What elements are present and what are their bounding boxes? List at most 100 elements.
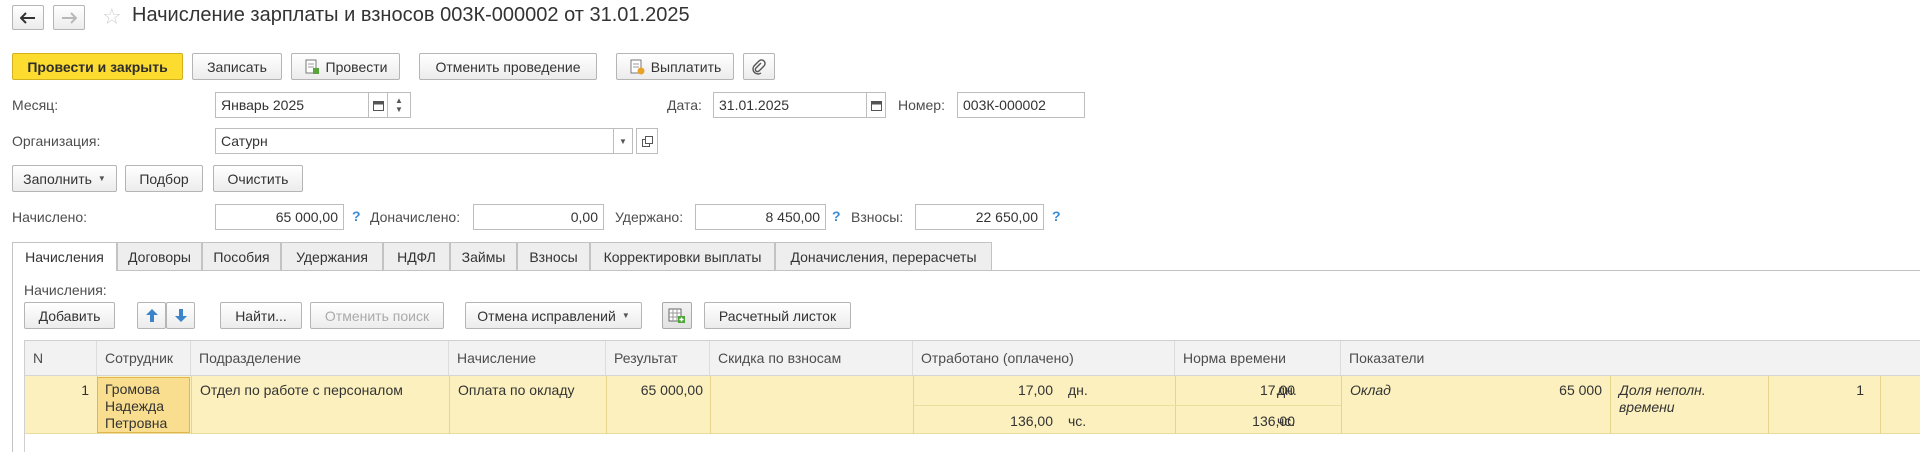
row-mid-divider-worked [913,405,1341,406]
row-divider [191,376,192,434]
post-and-close-button[interactable]: Провести и закрыть [12,53,183,80]
stepper-down-icon[interactable]: ▼ [395,105,403,114]
month-label: Месяц: [12,97,59,113]
col-header-department[interactable]: Подразделение [191,341,449,375]
row-divider [1610,376,1611,434]
tab-recalculations[interactable]: Доначисления, перерасчеты [775,242,992,270]
calendar-icon [372,100,384,111]
stepper-up-icon[interactable]: ▲ [395,96,403,105]
clear-button[interactable]: Очистить [213,165,303,192]
cell-indicator-1-value: 65 000 [1559,382,1602,398]
cell-employee-line1: Громова [105,381,160,397]
accrued-label: Начислено: [12,209,88,225]
month-calendar-button[interactable] [368,92,388,118]
paperclip-icon [752,58,766,75]
select-button[interactable]: Подбор [125,165,203,192]
cancel-search-button[interactable]: Отменить поиск [310,302,444,329]
tab-contracts[interactable]: Договоры [117,242,202,270]
cell-employee-line2: Надежда [105,398,165,414]
cell-result: 65 000,00 [640,382,703,398]
cell-indicator-1-name: Оклад [1350,382,1391,398]
undo-corrections-button[interactable]: Отмена исправлений ▼ [465,302,642,329]
cell-norm-days-unit: дн. [1277,382,1297,398]
arrow-left-icon [20,11,35,24]
col-header-accrual[interactable]: Начисление [449,341,606,375]
accruals-section-label: Начисления: [24,282,107,298]
forward-button[interactable] [53,5,85,30]
payslip-button[interactable]: Расчетный листок [704,302,851,329]
cell-worked-days: 17,00 [1017,382,1053,398]
open-form-icon [641,135,653,147]
fill-button-label: Заполнить [23,170,92,187]
organization-dropdown-button[interactable]: ▼ [613,128,633,154]
cell-worked-days-unit: дн. [1068,382,1088,398]
row-divider [1880,376,1881,434]
col-header-worked[interactable]: Отработано (оплачено) [913,341,1175,375]
additional-label: Доначислено: [370,209,461,225]
contributions-label: Взносы: [851,209,904,225]
save-button[interactable]: Записать [192,53,282,80]
move-up-button[interactable] [137,302,166,329]
tab-loans[interactable]: Займы [450,242,517,270]
date-label: Дата: [667,97,702,113]
calendar-icon [870,100,882,111]
favorite-star-icon[interactable]: ☆ [102,5,122,29]
col-header-indicators[interactable]: Показатели [1341,341,1920,375]
tab-benefits[interactable]: Пособия [202,242,281,270]
withheld-value[interactable]: 8 450,00 [695,204,826,230]
contributions-help-icon[interactable]: ? [1052,208,1061,224]
post-button[interactable]: Провести [291,53,400,80]
date-calendar-button[interactable] [866,92,886,118]
tab-contributions[interactable]: Взносы [517,242,590,270]
cancel-posting-button[interactable]: Отменить проведение [419,53,597,80]
additional-value[interactable]: 0,00 [473,204,604,230]
tab-payment-corrections[interactable]: Корректировки выплаты [590,242,775,270]
pay-button[interactable]: Выплатить [616,53,734,80]
active-tab-cover [13,269,116,272]
cell-employee-line3: Петровна [105,415,168,431]
withheld-label: Удержано: [615,209,684,225]
col-header-employee[interactable]: Сотрудник [97,341,191,375]
organization-open-button[interactable] [636,128,658,154]
cell-indicator-2-name-line2: времени [1619,399,1675,415]
month-input[interactable]: Январь 2025 [215,92,369,118]
chevron-down-icon: ▼ [619,136,627,146]
col-header-norm[interactable]: Норма времени [1175,341,1341,375]
col-header-result[interactable]: Результат [606,341,710,375]
cell-norm-hours-unit: чс. [1277,413,1296,429]
col-header-n[interactable]: N [25,341,97,375]
post-document-icon [305,59,319,74]
withheld-help-icon[interactable]: ? [832,208,841,224]
chevron-down-icon: ▼ [97,174,106,183]
cell-indicator-2-name-line1: Доля неполн. [1619,382,1706,398]
chevron-down-icon: ▼ [621,311,630,320]
cell-indicator-2-value: 1 [1856,382,1864,398]
col-header-discount[interactable]: Скидка по взносам [710,341,913,375]
attachments-button[interactable] [743,53,775,80]
add-button[interactable]: Добавить [24,302,115,329]
table-settings-button[interactable] [662,302,692,329]
month-stepper[interactable]: ▲ ▼ [387,92,411,118]
accrued-value[interactable]: 65 000,00 [215,204,344,230]
date-input[interactable]: 31.01.2025 [713,92,867,118]
accrued-help-icon[interactable]: ? [352,208,361,224]
undo-corrections-label: Отмена исправлений [477,307,616,324]
tab-accruals[interactable]: Начисления [12,242,117,271]
find-button[interactable]: Найти... [220,302,302,329]
table-add-icon [668,308,685,323]
row-divider [449,376,450,434]
cell-accrual: Оплата по окладу [458,382,575,398]
fill-button[interactable]: Заполнить ▼ [12,165,117,192]
cell-n: 1 [81,382,89,398]
organization-label: Организация: [12,133,101,149]
row-divider [1341,376,1342,434]
cell-department: Отдел по работе с персоналом [200,382,403,398]
organization-input[interactable]: Сатурн [215,128,614,154]
cell-worked-hours: 136,00 [1010,413,1053,429]
contributions-value[interactable]: 22 650,00 [915,204,1044,230]
number-input[interactable]: 003К-000002 [957,92,1085,118]
tab-deductions[interactable]: Удержания [281,242,383,270]
tab-ndfl[interactable]: НДФЛ [383,242,450,270]
back-button[interactable] [12,5,44,30]
move-down-button[interactable] [166,302,195,329]
